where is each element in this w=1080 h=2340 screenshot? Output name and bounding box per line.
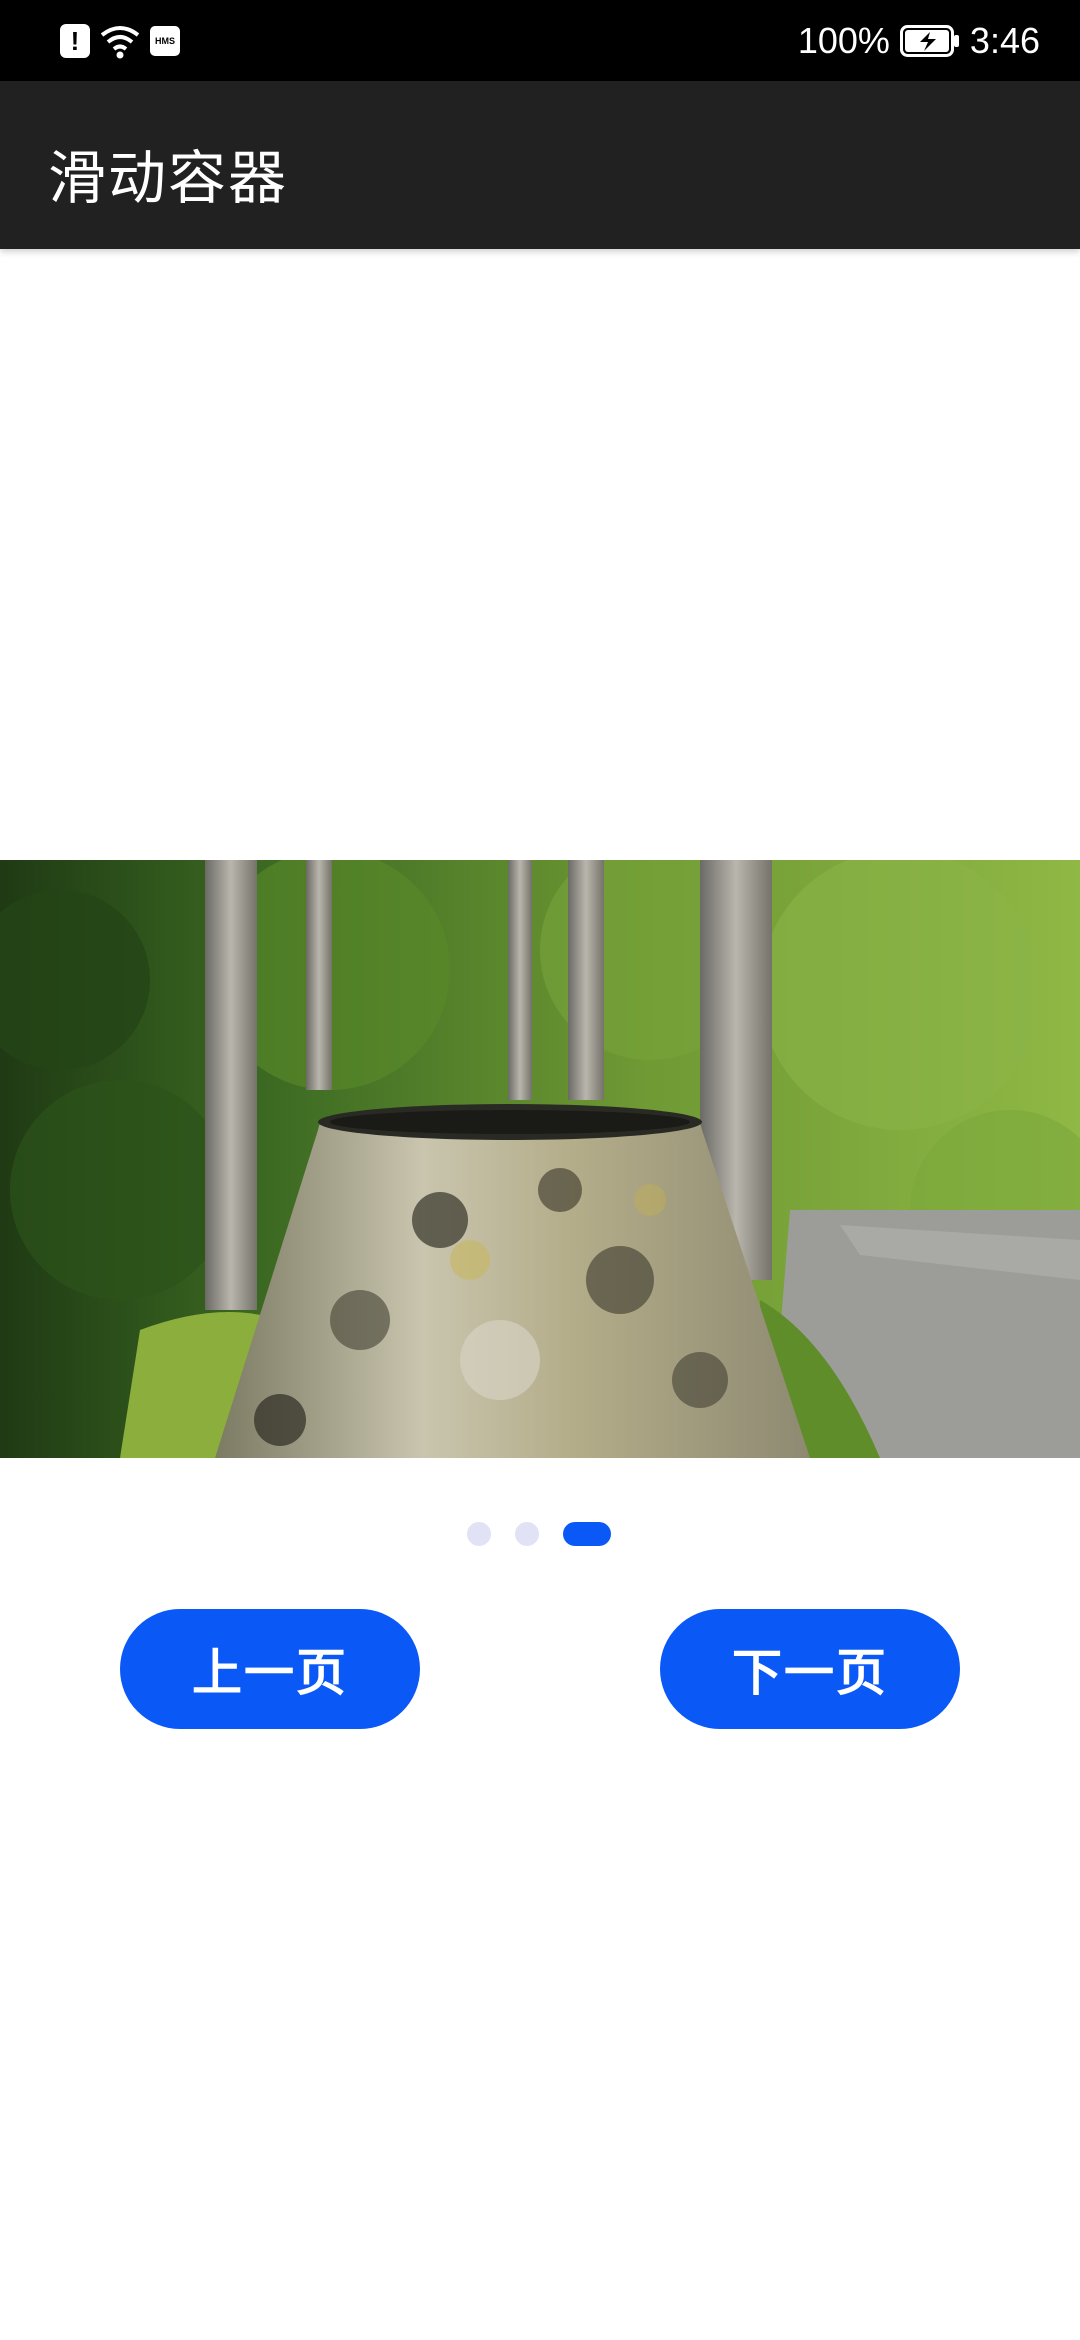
app-bar: 滑动容器 bbox=[0, 81, 1080, 249]
next-page-button[interactable]: 下一页 bbox=[660, 1609, 960, 1729]
previous-page-button[interactable]: 上一页 bbox=[120, 1609, 420, 1729]
page-title: 滑动容器 bbox=[48, 144, 289, 212]
status-right: 100% 3:46 bbox=[798, 18, 1040, 64]
indicator-dot-1[interactable] bbox=[467, 1522, 491, 1546]
garden-urn-image bbox=[0, 860, 1080, 1458]
wifi-icon bbox=[100, 26, 140, 59]
hms-icon: HMS bbox=[150, 26, 180, 56]
swiper-container[interactable] bbox=[0, 860, 1080, 1458]
status-left-icons: HMS bbox=[60, 22, 180, 60]
indicator-dot-2[interactable] bbox=[515, 1522, 539, 1546]
status-bar: HMS 100% 3:46 bbox=[0, 0, 1080, 81]
clock: 3:46 bbox=[969, 20, 1040, 61]
indicator-dot-3-active[interactable] bbox=[563, 1522, 611, 1546]
alert-icon bbox=[60, 24, 90, 58]
battery-percent: 100% bbox=[797, 20, 890, 61]
battery-charging-icon bbox=[899, 25, 959, 57]
page-indicator bbox=[0, 1522, 1080, 1546]
